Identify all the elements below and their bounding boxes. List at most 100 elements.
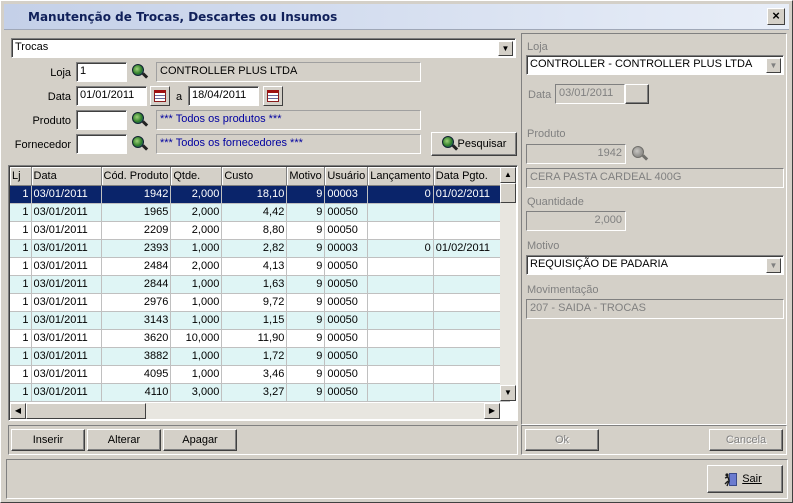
table-row[interactable]: 1 03/01/2011 4095 1,000 3,46 9 00050 <box>10 365 510 384</box>
table-cell: 00003 <box>324 239 369 258</box>
table-row[interactable]: 1 03/01/2011 2844 1,000 1,63 9 00050 <box>10 275 510 294</box>
table-cell: 03/01/2011 <box>31 329 102 348</box>
table-cell: 00050 <box>324 275 369 294</box>
column-header[interactable]: Custo <box>221 167 288 186</box>
loja-code-input[interactable]: 1 <box>76 62 127 82</box>
grid-body: 1 03/01/2011 1942 2,000 18,10 9 00003 0 01/02/20… <box>10 185 510 402</box>
table-cell <box>433 383 510 402</box>
table-cell <box>367 203 434 222</box>
cancel-button[interactable]: Cancela <box>709 429 783 451</box>
title-bar: Manutenção de Trocas, Descartes ou Insum… <box>4 4 789 30</box>
table-cell: 4110 <box>101 383 172 402</box>
chevron-down-icon[interactable]: ▼ <box>766 58 781 73</box>
table-cell: 4,13 <box>221 257 288 276</box>
insert-button[interactable]: Inserir <box>11 429 85 451</box>
produto-label: Produto <box>32 115 71 127</box>
search-icon[interactable] <box>132 136 149 152</box>
table-cell: 03/01/2011 <box>31 293 102 312</box>
date-separator: a <box>176 91 183 103</box>
detail-loja-combo[interactable]: CONTROLLER - CONTROLLER PLUS LTDA ▼ <box>526 55 784 75</box>
table-cell: 3,46 <box>221 365 288 384</box>
table-cell: 1 <box>10 311 32 330</box>
table-cell: 1,72 <box>221 347 288 366</box>
table-cell: 0 <box>367 185 434 204</box>
vertical-scrollbar[interactable]: ▲ ▼ <box>500 167 516 401</box>
table-cell: 00050 <box>324 293 369 312</box>
calendar-icon[interactable] <box>263 86 283 106</box>
scroll-right-icon[interactable]: ▶ <box>484 403 500 419</box>
detail-produto-label: Produto <box>527 128 566 140</box>
detail-loja-label: Loja <box>527 41 548 53</box>
table-row[interactable]: 1 03/01/2011 1965 2,000 4,42 9 00050 <box>10 203 510 222</box>
chevron-down-icon[interactable]: ▼ <box>766 258 781 273</box>
scroll-left-icon[interactable]: ◀ <box>10 403 26 419</box>
window-title: Manutenção de Trocas, Descartes ou Insum… <box>28 10 338 24</box>
table-row[interactable]: 1 03/01/2011 3620 10,000 11,90 9 00050 <box>10 329 510 348</box>
column-header[interactable]: Data Pgto. <box>433 167 510 186</box>
data-label: Data <box>47 91 71 103</box>
loja-label: Loja <box>50 67 71 79</box>
search-button[interactable]: Pesquisar <box>431 132 517 156</box>
table-cell: 00050 <box>324 365 369 384</box>
table-cell: 9 <box>286 329 326 348</box>
fornecedor-code-input[interactable] <box>76 134 127 154</box>
table-cell: 03/01/2011 <box>31 239 102 258</box>
column-header[interactable]: Usuário <box>324 167 369 186</box>
table-cell: 1942 <box>101 185 172 204</box>
edit-button[interactable]: Alterar <box>87 429 161 451</box>
detail-produto-code: 1942 <box>526 144 626 164</box>
table-cell: 00050 <box>324 383 369 402</box>
scroll-down-icon[interactable]: ▼ <box>500 385 516 401</box>
detail-motivo-combo[interactable]: REQUISIÇÃO DE PADARIA ▼ <box>526 255 784 275</box>
ok-button[interactable]: Ok <box>525 429 599 451</box>
column-header[interactable]: Motivo <box>286 167 326 186</box>
table-row[interactable]: 1 03/01/2011 2393 1,000 2,82 9 00003 0 01/02/201… <box>10 239 510 258</box>
table-cell: 2,000 <box>170 203 223 222</box>
chevron-down-icon[interactable]: ▼ <box>498 41 513 56</box>
table-cell: 2393 <box>101 239 172 258</box>
exit-button[interactable]: Sair <box>707 465 783 493</box>
produto-code-input[interactable] <box>76 110 127 130</box>
table-row[interactable]: 1 03/01/2011 3882 1,000 1,72 9 00050 <box>10 347 510 366</box>
data-grid[interactable]: Lj Data Cód. Produto Qtde. Custo Motivo Usuári… <box>8 165 518 421</box>
table-cell: 18,10 <box>221 185 288 204</box>
table-cell: 2976 <box>101 293 172 312</box>
detail-quantidade-field: 2,000 <box>526 211 626 231</box>
type-combo[interactable]: Trocas ▼ <box>11 38 516 58</box>
scroll-up-icon[interactable]: ▲ <box>500 167 516 183</box>
column-header[interactable]: Data <box>31 167 102 186</box>
column-header[interactable]: Cód. Produto <box>101 167 172 186</box>
table-cell: 2,000 <box>170 221 223 240</box>
date-to-input[interactable]: 18/04/2011 <box>188 86 259 106</box>
column-header[interactable]: Lançamento <box>367 167 434 186</box>
scroll-thumb[interactable] <box>500 183 516 203</box>
column-header[interactable]: Qtde. <box>170 167 223 186</box>
close-button[interactable]: × <box>767 8 785 25</box>
table-cell: 03/01/2011 <box>31 311 102 330</box>
horizontal-scrollbar[interactable]: ◀ ▶ <box>10 403 500 419</box>
search-icon[interactable] <box>132 64 149 80</box>
delete-button[interactable]: Apagar <box>163 429 237 451</box>
scroll-thumb[interactable] <box>26 403 146 419</box>
table-cell: 1,15 <box>221 311 288 330</box>
column-header[interactable]: Lj <box>10 167 32 186</box>
table-row[interactable]: 1 03/01/2011 2484 2,000 4,13 9 00050 <box>10 257 510 276</box>
table-cell: 1965 <box>101 203 172 222</box>
table-cell <box>367 311 434 330</box>
table-row[interactable]: 1 03/01/2011 2976 1,000 9,72 9 00050 <box>10 293 510 312</box>
table-cell <box>433 311 510 330</box>
table-row[interactable]: 1 03/01/2011 4110 3,000 3,27 9 00050 <box>10 383 510 402</box>
date-from-input[interactable]: 01/01/2011 <box>76 86 147 106</box>
search-icon[interactable] <box>132 112 149 128</box>
table-cell: 00050 <box>324 347 369 366</box>
table-cell: 1,000 <box>170 365 223 384</box>
detail-data-label: Data <box>528 89 552 101</box>
table-row[interactable]: 1 03/01/2011 3143 1,000 1,15 9 00050 <box>10 311 510 330</box>
table-cell: 1 <box>10 203 32 222</box>
table-cell: 1 <box>10 293 32 312</box>
table-row[interactable]: 1 03/01/2011 2209 2,000 8,80 9 00050 <box>10 221 510 240</box>
table-cell <box>367 383 434 402</box>
table-cell: 4,42 <box>221 203 288 222</box>
calendar-icon[interactable] <box>150 86 170 106</box>
table-row[interactable]: 1 03/01/2011 1942 2,000 18,10 9 00003 0 01/02/20… <box>10 185 510 204</box>
